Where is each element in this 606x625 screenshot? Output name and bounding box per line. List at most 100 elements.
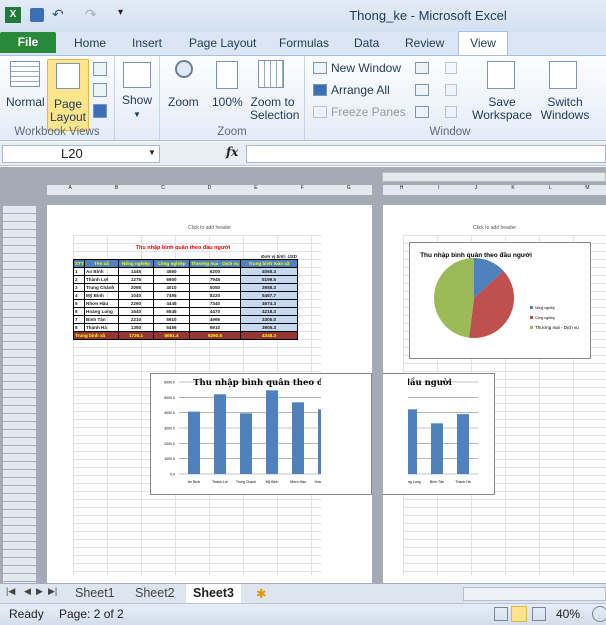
page-break-view-icon[interactable] [532, 607, 546, 621]
zoom-out-icon[interactable] [592, 606, 606, 622]
table-cell[interactable]: Nhơn Hậu [84, 299, 119, 308]
table-cell[interactable]: 7495 [153, 291, 190, 300]
tab-page-layout[interactable]: Page Layout [189, 36, 256, 50]
table-cell[interactable]: Trung bình xã [73, 331, 119, 340]
split-icon[interactable] [415, 62, 429, 74]
table-cell[interactable]: Thành Hà [84, 323, 119, 332]
column-header[interactable]: F [279, 185, 325, 195]
table-cell[interactable]: Bình Tân [84, 315, 119, 324]
next-sheet-icon[interactable]: ▶ [36, 586, 43, 597]
table-cell[interactable]: Mỹ Bình [84, 291, 119, 300]
normal-view-button[interactable]: Normal [6, 96, 45, 109]
table-cell[interactable]: 3958.3 [240, 283, 298, 292]
table-cell[interactable]: 4010 [153, 283, 190, 292]
table-cell[interactable]: 5910 [153, 315, 190, 324]
page-layout-button[interactable]: Page Layout [47, 59, 89, 131]
table-cell[interactable]: 3305.0 [240, 315, 298, 324]
hide-icon[interactable] [415, 84, 429, 96]
arrange-all-button[interactable]: Arrange All [331, 83, 390, 97]
header-placeholder[interactable]: Click to add header [383, 225, 606, 231]
table-cell[interactable]: 4348.3 [240, 331, 298, 340]
table-cell[interactable]: 4068.3 [240, 267, 298, 276]
column-header[interactable]: D [186, 185, 232, 195]
table-cell[interactable]: 8 [73, 323, 85, 332]
sheet-tab-2[interactable]: Sheet2 [135, 586, 175, 600]
tab-review[interactable]: Review [405, 36, 444, 50]
table-cell[interactable]: 1725.1 [118, 331, 154, 340]
column-header[interactable]: M [569, 185, 606, 195]
table-cell[interactable]: Thành Lợi [84, 275, 119, 284]
insert-function-button[interactable]: fx [226, 145, 238, 159]
custom-views-icon[interactable] [93, 83, 107, 97]
table-cell[interactable]: 3905.3 [240, 323, 298, 332]
table-cell[interactable]: Trung bình toàn xã [240, 259, 298, 268]
bar-chart-part-1[interactable]: 0.0 1000.0 2000.0 3000.0 4000.0 5000.0 6000.0 T… [150, 373, 372, 495]
tab-data[interactable]: Data [354, 36, 379, 50]
zoom-level[interactable]: 40% [556, 607, 580, 621]
horizontal-scrollbar[interactable] [463, 587, 606, 601]
table-cell[interactable]: Nông nghiệp [118, 259, 154, 268]
table-cell[interactable]: Công nghiệp [153, 259, 190, 268]
table-cell[interactable]: 4218.3 [240, 307, 298, 316]
column-header[interactable]: J [457, 185, 494, 195]
table-cell[interactable]: 1640 [118, 307, 154, 316]
name-box-dropdown-icon[interactable]: ▼ [148, 148, 156, 157]
tab-file[interactable]: File [0, 32, 56, 53]
page-break-preview-icon[interactable] [93, 62, 107, 76]
full-screen-icon[interactable] [93, 104, 107, 118]
table-cell[interactable]: 6910 [189, 323, 241, 332]
table-cell[interactable]: 4995 [189, 315, 241, 324]
table-cell[interactable]: 1275 [118, 275, 154, 284]
table-cell[interactable]: Thương mại - Dịch vụ [189, 259, 241, 268]
synchronous-scrolling-icon[interactable] [445, 84, 457, 96]
tab-home[interactable]: Home [74, 36, 106, 50]
header-placeholder[interactable]: Click to add header [47, 225, 372, 231]
freeze-panes-button[interactable]: Freeze Panes [331, 105, 406, 119]
table-cell[interactable]: 7 [73, 315, 85, 324]
table-cell[interactable]: STT [73, 259, 85, 268]
pie-chart[interactable]: Thu nhập bình quân theo đầu người Nông ng… [409, 242, 591, 359]
table-cell[interactable]: Trung Chánh [84, 283, 119, 292]
column-header[interactable]: C [140, 185, 186, 195]
save-workspace-button[interactable]: Save Workspace [470, 96, 534, 122]
table-cell[interactable]: 6200 [189, 267, 241, 276]
table-cell[interactable]: 2210 [118, 315, 154, 324]
last-sheet-icon[interactable]: ▶| [48, 586, 57, 597]
formula-input[interactable] [246, 145, 606, 163]
tab-insert[interactable]: Insert [132, 36, 162, 50]
table-cell[interactable]: 5050 [189, 283, 241, 292]
sheet-tab-3[interactable]: Sheet3 [186, 584, 241, 604]
prev-sheet-icon[interactable]: ◀ [24, 586, 31, 597]
bar-chart-part-2[interactable]: Thu nhập bình quân theo đầu ngườiAn Bình… [383, 373, 495, 495]
table-cell[interactable]: 4560 [153, 267, 190, 276]
insert-sheet-icon[interactable]: ✱ [256, 586, 266, 601]
zoom-to-selection-button[interactable]: Zoom to Selection [250, 96, 299, 122]
table-cell[interactable]: 4674.3 [240, 299, 298, 308]
table-cell[interactable]: 5457.7 [240, 291, 298, 300]
table-cell[interactable]: 5456 [153, 323, 190, 332]
tab-formulas[interactable]: Formulas [279, 36, 329, 50]
table-cell[interactable]: 5051.4 [153, 331, 190, 340]
column-header[interactable]: K [495, 185, 532, 195]
table-cell[interactable]: 5 [73, 299, 85, 308]
table-cell[interactable]: Hoàng Long [84, 307, 119, 316]
table-cell[interactable]: 2 [73, 275, 85, 284]
column-header[interactable]: A [47, 185, 93, 195]
first-sheet-icon[interactable]: |◀ [6, 586, 15, 597]
table-cell[interactable]: 1040 [118, 291, 154, 300]
column-header[interactable]: I [420, 185, 457, 195]
page-layout-view-icon[interactable] [511, 606, 527, 622]
column-header[interactable]: L [532, 185, 569, 195]
switch-windows-button[interactable]: Switch Windows [537, 96, 593, 122]
table-cell[interactable]: 6545 [153, 307, 190, 316]
column-header[interactable]: H [383, 185, 420, 195]
new-window-button[interactable]: New Window [331, 61, 401, 75]
table-cell[interactable]: Tên xã [84, 259, 119, 268]
table-cell[interactable]: 7340 [189, 299, 241, 308]
table-cell[interactable]: 6260.5 [189, 331, 241, 340]
zoom-100-button[interactable]: 100% [212, 96, 243, 109]
table-cell[interactable]: 1445 [118, 267, 154, 276]
show-button[interactable]: Show [122, 94, 152, 107]
name-box[interactable]: L20 [2, 145, 160, 163]
table-cell[interactable]: 2095 [118, 283, 154, 292]
